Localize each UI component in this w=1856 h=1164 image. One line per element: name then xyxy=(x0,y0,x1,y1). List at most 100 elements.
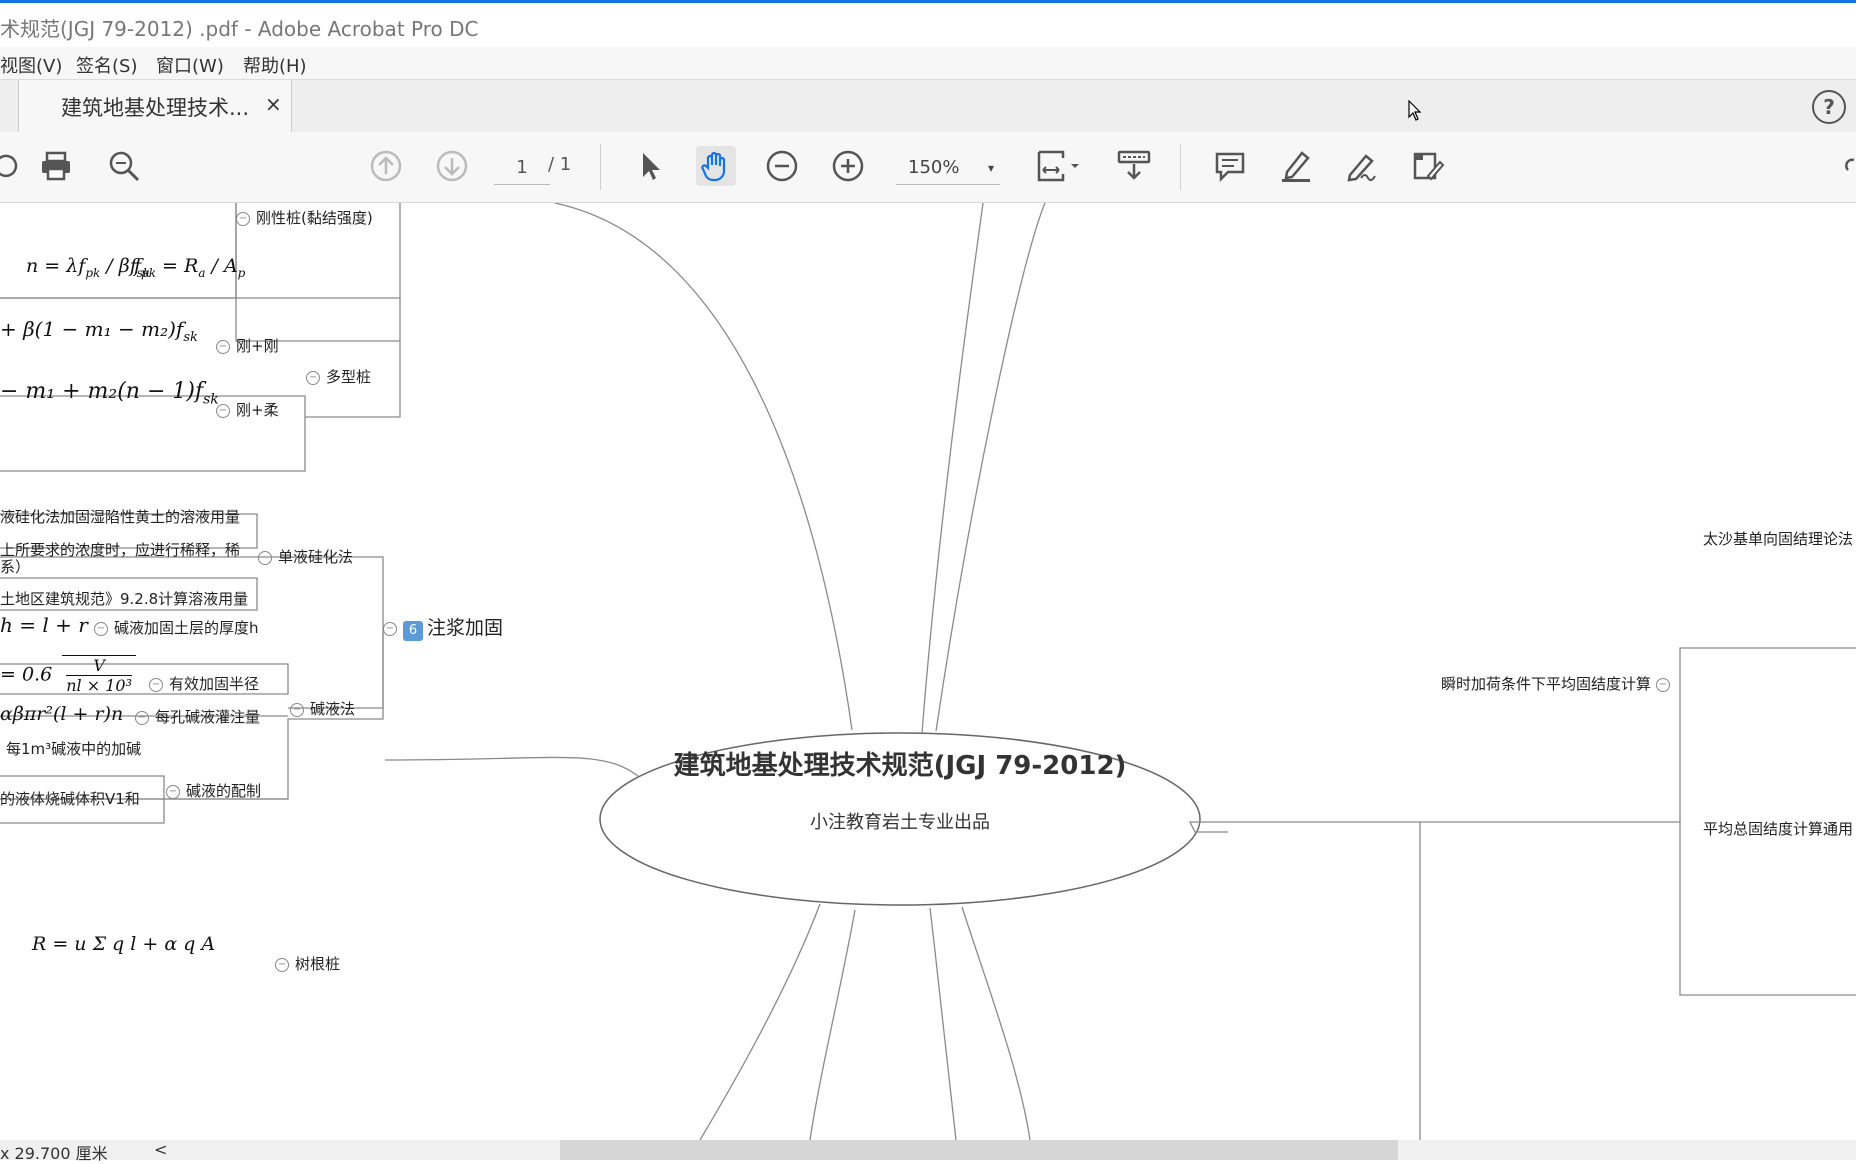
horizontal-scrollbar-thumb[interactable] xyxy=(560,1140,1398,1160)
node-silic-note-2[interactable]: 上所要求的浓度时，应进行稀释，稀 xyxy=(0,539,240,560)
comment-icon[interactable] xyxy=(1210,146,1250,186)
menu-window[interactable]: 窗口(W) xyxy=(156,52,224,78)
formula-radius-num: V xyxy=(93,656,105,675)
print-icon[interactable] xyxy=(36,146,76,186)
rotate-icon[interactable] xyxy=(0,146,26,186)
hand-tool-icon[interactable] xyxy=(696,146,736,186)
collapse-icon[interactable]: − xyxy=(216,339,230,354)
node-per-hole-label: 每孔碱液灌注量 xyxy=(155,708,261,726)
close-tab-icon[interactable]: × xyxy=(265,92,282,116)
collapse-icon[interactable]: − xyxy=(149,677,163,692)
formula-n-ratio-text: n = λf xyxy=(26,255,86,277)
previous-page-icon[interactable] xyxy=(366,146,406,186)
node-silic-note-2b: 系） xyxy=(0,558,31,576)
node-rigid-pile[interactable]: − 刚性桩(黏结强度) xyxy=(236,207,373,228)
scroll-mode-icon[interactable] xyxy=(1114,146,1154,186)
main-toolbar: 1 / 1 150% ▾ xyxy=(0,132,1856,203)
collapse-icon[interactable]: − xyxy=(275,957,289,972)
menu-bar: 视图(V) 签名(S) 窗口(W) 帮助(H) xyxy=(0,47,1856,79)
node-single-silic-label: 单液硅化法 xyxy=(278,548,354,566)
collapse-icon[interactable]: − xyxy=(216,403,230,418)
collapse-icon[interactable]: − xyxy=(236,211,250,226)
draw-icon[interactable] xyxy=(1342,146,1382,186)
next-page-icon[interactable] xyxy=(432,146,472,186)
node-alkali-thickness[interactable]: − 碱液加固土层的厚度h xyxy=(94,617,259,638)
zoom-in-icon[interactable] xyxy=(828,146,868,186)
node-per-hole[interactable]: − 每孔碱液灌注量 xyxy=(135,706,260,727)
document-view[interactable]: − 刚性桩(黏结强度) n = λfpk / βfsk fpk = Ra / Ap… xyxy=(0,203,1856,1140)
collapse-icon[interactable]: − xyxy=(166,784,180,799)
page-total: / 1 xyxy=(548,154,572,175)
node-alkali-method[interactable]: − 碱液法 xyxy=(290,698,355,719)
collapse-icon[interactable]: − xyxy=(383,621,397,636)
select-tool-icon[interactable] xyxy=(630,146,670,186)
help-icon[interactable]: ? xyxy=(1812,90,1846,124)
node-terzaghi[interactable]: 太沙基单向固结理论法 xyxy=(1703,528,1853,549)
node-liquid-naoh[interactable]: 的液体烧碱体积V1和 xyxy=(0,788,140,809)
node-grouting[interactable]: −6 注浆加固 xyxy=(383,613,503,641)
window-title: 术规范(JGJ 79-2012) .pdf - Adobe Acrobat Pr… xyxy=(0,17,479,41)
node-rigid-rigid-label: 刚+刚 xyxy=(236,337,279,355)
scroll-left-icon[interactable]: < xyxy=(154,1140,167,1159)
node-rigid-flex-label: 刚+柔 xyxy=(236,401,279,419)
node-alkali-prep[interactable]: − 碱液的配制 xyxy=(166,780,261,801)
formula-n-ratio: n = λfpk / βfsk xyxy=(26,255,151,280)
node-silic-note-3[interactable]: 土地区建筑规范》9.2.8计算溶液用量 xyxy=(0,588,248,609)
highlight-icon[interactable] xyxy=(1276,146,1316,186)
collapse-icon[interactable]: − xyxy=(1655,677,1670,692)
collapse-icon[interactable]: − xyxy=(258,550,272,565)
node-root-pile[interactable]: − 树根桩 xyxy=(275,953,340,974)
formula-root-pile: R = u Σ q l + α q A xyxy=(32,933,216,955)
page-number-input[interactable]: 1 xyxy=(494,152,550,185)
grout-badge: 6 xyxy=(403,621,423,641)
toolbar-divider-2 xyxy=(1180,144,1181,190)
zoom-out-icon[interactable] xyxy=(762,146,802,186)
formula-per-hole: αβπr²(l + r)n xyxy=(0,703,124,725)
node-avg-consolidation[interactable]: 平均总固结度计算通用 xyxy=(1703,818,1853,839)
collapse-icon[interactable]: − xyxy=(94,621,108,636)
node-effective-radius[interactable]: − 有效加固半径 xyxy=(149,673,259,694)
document-tab-bar: 建筑地基处理技术... × ? xyxy=(0,79,1856,133)
node-per-m3[interactable]: 每1m³碱液中的加碱 xyxy=(6,738,141,759)
formula-radius-den: nl × 10³ xyxy=(66,675,133,695)
node-multi-pile[interactable]: − 多型桩 xyxy=(306,366,371,387)
formula-rigid-rigid-text: + β(1 − m₁ − m₂)f xyxy=(0,317,184,341)
title-bar: 术规范(JGJ 79-2012) .pdf - Adobe Acrobat Pr… xyxy=(0,3,1856,47)
zoom-level-value: 150% xyxy=(908,157,960,178)
node-alkali-prep-label: 碱液的配制 xyxy=(186,782,262,800)
node-rigid-pile-label: 刚性桩(黏结强度) xyxy=(256,209,373,227)
page-size: x 29.700 厘米 xyxy=(0,1144,108,1163)
status-bar: x 29.700 厘米 < xyxy=(0,1140,1856,1163)
zoom-level-select[interactable]: 150% ▾ xyxy=(896,152,1000,185)
formula-rigid-rigid: + β(1 − m₁ − m₂)fsk xyxy=(0,317,198,345)
menu-help[interactable]: 帮助(H) xyxy=(243,52,307,78)
collapse-icon[interactable]: − xyxy=(135,710,149,725)
menu-sign[interactable]: 签名(S) xyxy=(76,52,137,78)
node-rigid-rigid[interactable]: − 刚+刚 xyxy=(216,335,279,356)
center-subtitle: 小注教育岩土专业出品 xyxy=(810,812,990,833)
fill-sign-icon[interactable] xyxy=(1408,146,1448,186)
formula-radius-coef: = 0.6 xyxy=(0,663,53,686)
node-instant-load[interactable]: 瞬时加荷条件下平均固结度计算 − xyxy=(1441,673,1676,694)
collapse-icon[interactable]: − xyxy=(290,702,304,717)
share-icon[interactable] xyxy=(1836,146,1856,186)
center-node[interactable]: 建筑地基处理技术规范(JGJ 79-2012) 小注教育岩土专业出品 xyxy=(600,733,1200,834)
fit-page-icon[interactable] xyxy=(1030,146,1086,186)
center-title: 建筑地基处理技术规范(JGJ 79-2012) xyxy=(673,751,1127,781)
formula-rigid-flex: − m₁ + m₂(n − 1)fsk xyxy=(0,379,219,408)
formula-rigid-flex-text: − m₁ + m₂(n − 1)f xyxy=(0,379,204,404)
search-icon[interactable] xyxy=(104,146,144,186)
node-silic-note-1[interactable]: 液硅化法加固湿陷性黄土的溶液用量 xyxy=(0,506,240,527)
node-rigid-flex[interactable]: − 刚+柔 xyxy=(216,399,279,420)
node-root-pile-label: 树根桩 xyxy=(295,955,341,973)
node-alkali-thickness-label: 碱液加固土层的厚度h xyxy=(114,619,259,637)
formula-radius: = 0.6 V nl × 10³ xyxy=(0,655,137,696)
document-tab-label: 建筑地基处理技术... xyxy=(61,96,250,120)
node-grouting-label: 注浆加固 xyxy=(427,617,504,639)
collapse-icon[interactable]: − xyxy=(306,370,320,385)
node-single-silic[interactable]: − 单液硅化法 xyxy=(258,546,353,567)
node-alkali-method-label: 碱液法 xyxy=(310,700,356,718)
document-tab[interactable]: 建筑地基处理技术... × xyxy=(18,80,292,132)
menu-view[interactable]: 视图(V) xyxy=(0,52,62,78)
node-multi-pile-label: 多型桩 xyxy=(326,368,372,386)
